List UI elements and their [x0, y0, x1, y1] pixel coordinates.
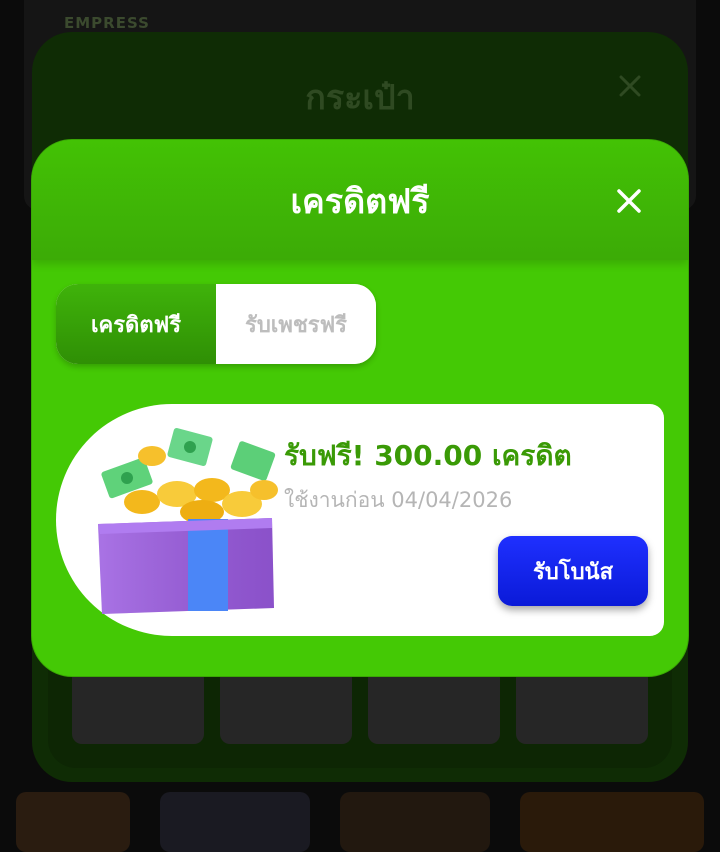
game-thumbnail: [520, 792, 704, 852]
tab-free-credit[interactable]: เครดิตฟรี: [56, 284, 216, 364]
wallet-modal-title: กระเป๋า: [305, 78, 415, 118]
wallet-action-button[interactable]: [368, 668, 500, 744]
bonus-title: รับฟรี! 300.00 เครดิต: [284, 439, 572, 472]
brand-logo: EMPRESS: [64, 14, 150, 32]
game-thumbnail: [16, 792, 130, 852]
bonus-card: รับฟรี! 300.00 เครดิต ใช้งานก่อน 04/04/2…: [56, 404, 664, 636]
modal-header: เครดิตฟรี: [32, 140, 688, 260]
gift-box-icon: [98, 428, 278, 614]
wallet-action-button[interactable]: [72, 668, 204, 744]
wallet-action-button[interactable]: [516, 668, 648, 744]
close-icon[interactable]: [616, 188, 642, 214]
game-thumbnail: [340, 792, 490, 852]
wallet-action-button[interactable]: [220, 668, 352, 744]
game-thumbnail: [160, 792, 310, 852]
wallet-close-icon[interactable]: [618, 74, 642, 98]
free-credit-modal: เครดิตฟรี เครดิตฟรี รับเพชรฟรี รับฟรี! 3…: [32, 140, 688, 676]
bonus-expiry-date: ใช้งานก่อน 04/04/2026: [284, 488, 513, 512]
tab-free-diamonds[interactable]: รับเพชรฟรี: [216, 284, 376, 364]
modal-title: เครดิตฟรี: [290, 182, 430, 222]
tab-bar: เครดิตฟรี รับเพชรฟรี: [56, 284, 376, 364]
claim-bonus-button[interactable]: รับโบนัส: [498, 536, 648, 606]
